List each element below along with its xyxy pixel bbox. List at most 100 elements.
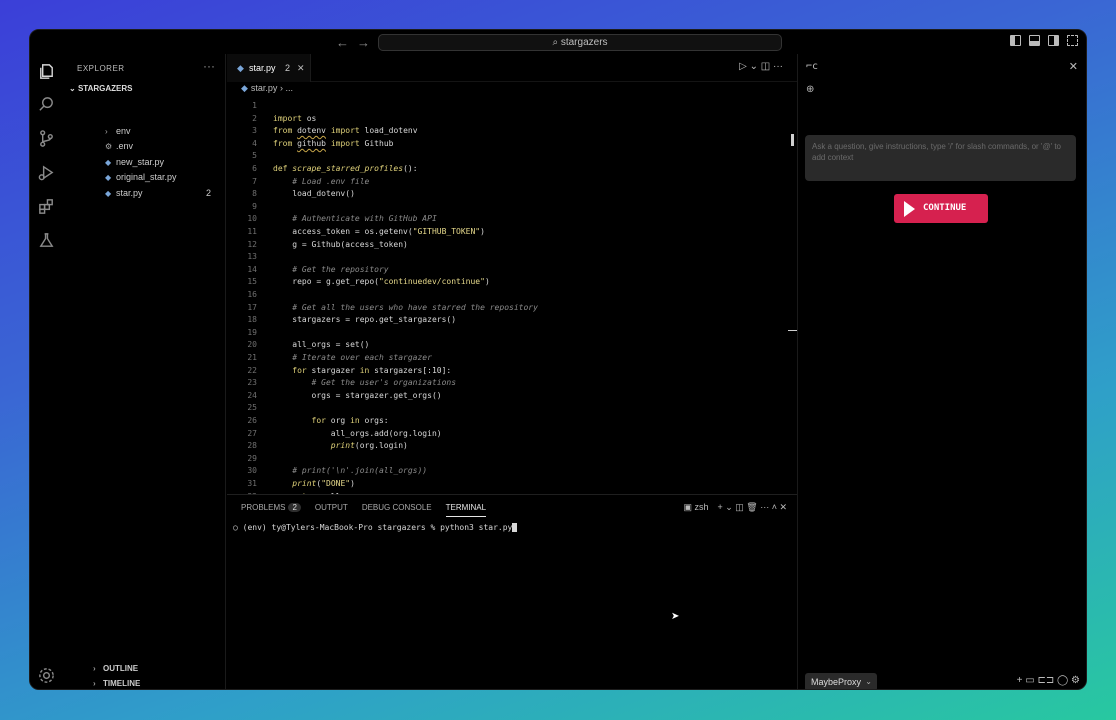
activity-bar xyxy=(30,54,63,689)
line-source: # Authenticate with GitHub API xyxy=(292,214,437,224)
terminal-output[interactable]: ○ (env) ty@Tylers-MacBook-Pro stargazers… xyxy=(233,523,518,532)
toggle-panel-icon[interactable] xyxy=(1029,35,1040,46)
line-number: 19 xyxy=(247,327,257,337)
source-control-icon[interactable] xyxy=(37,129,56,148)
code-line[interactable]: 30 # print('\n'.join(all_orgs)) xyxy=(227,465,797,478)
tree-item-star[interactable]: ◆ star.py 2 xyxy=(63,186,225,201)
code-line[interactable]: 27 all_orgs.add(org.login) xyxy=(227,428,797,441)
explorer-icon[interactable] xyxy=(37,62,56,81)
tree-item-label: original_star.py xyxy=(116,172,177,182)
timeline-label: TIMELINE xyxy=(103,679,141,688)
timeline-section[interactable]: › TIMELINE xyxy=(93,679,140,688)
line-number: 24 xyxy=(247,390,257,400)
search-icon: ⌕ xyxy=(552,37,561,48)
panel-action-icons[interactable]: + ⌄ ◫ 🗑 ··· ˄ ✕ xyxy=(717,502,787,513)
code-line[interactable]: 7 # Load .env file xyxy=(227,176,797,189)
tab-label: star.py xyxy=(249,63,276,73)
close-icon[interactable]: ✕ xyxy=(1069,60,1078,73)
tab-problems[interactable]: PROBLEMS 2 xyxy=(241,503,301,517)
code-line[interactable]: 25 xyxy=(227,402,797,415)
line-number: 11 xyxy=(247,227,257,236)
chat-input[interactable]: Ask a question, give instructions, type … xyxy=(805,135,1076,181)
line-number: 13 xyxy=(247,252,257,262)
model-select[interactable]: MaybeProxy ⌄ xyxy=(805,673,877,689)
problems-count-badge: 2 xyxy=(288,503,301,512)
line-source: all_orgs.add(org.login) xyxy=(273,428,442,438)
code-line[interactable]: 14 # Get the repository xyxy=(227,264,797,277)
navigation-arrows[interactable]: ←→ xyxy=(336,35,378,50)
code-line[interactable]: 12 g = Github(access_token) xyxy=(227,239,797,252)
code-line[interactable]: 15 repo = g.get_repo("continuedev/contin… xyxy=(227,276,797,289)
line-source: # Get all the users who have starred the… xyxy=(292,302,538,312)
code-line[interactable]: 3 from dotenv import load_dotenv xyxy=(227,125,797,138)
close-icon[interactable]: ✕ xyxy=(297,54,305,82)
terminal-shell-selector[interactable]: ▣ zsh xyxy=(683,502,708,513)
code-line[interactable]: 21 # Iterate over each stargazer xyxy=(227,352,797,365)
back-arrow-icon[interactable]: ← xyxy=(336,35,357,50)
settings-gear-icon[interactable] xyxy=(37,666,56,685)
code-line[interactable]: 28 print(org.login) xyxy=(227,440,797,453)
code-line[interactable]: 24 orgs = stargazer.get_orgs() xyxy=(227,390,797,403)
tree-item-dotenv[interactable]: ⚙ .env xyxy=(63,139,225,154)
code-line[interactable]: 18 stargazers = repo.get_stargazers() xyxy=(227,314,797,327)
outline-section[interactable]: › OUTLINE xyxy=(93,664,138,673)
code-line[interactable]: 5 xyxy=(227,150,797,163)
panel-actions: ▣ zsh + ⌄ ◫ 🗑 ··· ˄ ✕ xyxy=(683,502,787,513)
customize-layout-icon[interactable] xyxy=(1067,35,1078,46)
continue-footer-icons[interactable]: + ▭ ⊏⊐ ◯ ⚙ xyxy=(1017,675,1080,686)
code-line[interactable]: 10 # Authenticate with GitHub API xyxy=(227,213,797,226)
toggle-primary-sidebar-icon[interactable] xyxy=(1010,35,1021,46)
code-line[interactable]: 23 # Get the user's organizations xyxy=(227,377,797,390)
line-number: 18 xyxy=(247,315,257,325)
tab-star-py[interactable]: ◆ star.py 2 ✕ xyxy=(227,54,311,82)
code-line[interactable]: 22 for stargazer in stargazers[:10]: xyxy=(227,365,797,378)
workspace-folder[interactable]: ⌄ STARGAZERS xyxy=(69,84,132,93)
explorer-more-icon[interactable]: ··· xyxy=(203,59,215,73)
code-line[interactable]: 8 load_dotenv() xyxy=(227,188,797,201)
tree-item-env[interactable]: › env xyxy=(63,124,225,139)
extensions-icon[interactable] xyxy=(37,197,56,216)
tree-item-label: new_star.py xyxy=(116,157,165,167)
code-line[interactable]: 2 import os xyxy=(227,113,797,126)
scrollbar-thumb[interactable] xyxy=(791,134,794,146)
line-number: 5 xyxy=(252,151,257,161)
code-line[interactable]: 4 from github import Github xyxy=(227,138,797,151)
code-editor[interactable]: 1 2 import os 3 from dotenv import load_dote… xyxy=(227,100,797,496)
tab-output[interactable]: OUTPUT xyxy=(315,503,348,517)
testing-flask-icon[interactable] xyxy=(37,231,56,250)
new-session-icon[interactable]: ⊕ xyxy=(806,84,814,95)
code-line[interactable]: 19 xyxy=(227,327,797,340)
code-line[interactable]: 31 print("DONE") xyxy=(227,478,797,491)
breadcrumb-rest: › ... xyxy=(279,83,293,93)
line-source: for stargazer in stargazers[:10]: xyxy=(292,365,452,375)
breadcrumb[interactable]: ◆ star.py › ... xyxy=(241,83,293,94)
run-debug-icon[interactable] xyxy=(37,163,56,182)
breadcrumb-file: star.py xyxy=(250,83,278,93)
tree-item-new-star[interactable]: ◆ new_star.py xyxy=(63,155,225,170)
code-line[interactable]: 17 # Get all the users who have starred … xyxy=(227,302,797,315)
gear-file-icon: ⚙ xyxy=(105,142,113,151)
code-line[interactable]: 13 xyxy=(227,251,797,264)
code-line[interactable]: 29 xyxy=(227,453,797,466)
code-line[interactable]: 16 xyxy=(227,289,797,302)
line-source: print(org.login) xyxy=(330,441,408,451)
search-icon[interactable] xyxy=(37,95,56,114)
code-line[interactable]: 11 access_token = os.getenv("GITHUB_TOKE… xyxy=(227,226,797,239)
code-line[interactable]: 6 def scrape_starred_profiles(): xyxy=(227,163,797,176)
line-source: access_token = os.getenv("GITHUB_TOKEN") xyxy=(273,227,485,236)
code-line[interactable]: 26 for org in orgs: xyxy=(227,415,797,428)
continue-button[interactable]: CONTINUE xyxy=(894,194,988,223)
line-number: 10 xyxy=(247,214,257,224)
command-center-search[interactable]: ⌕ stargazers xyxy=(378,34,782,51)
code-line[interactable]: 9 xyxy=(227,201,797,214)
editor-actions[interactable]: ▷ ⌄ ◫ ··· xyxy=(739,61,783,72)
code-line[interactable]: 1 xyxy=(227,100,797,113)
toggle-secondary-sidebar-icon[interactable] xyxy=(1048,35,1059,46)
overview-ruler-mark xyxy=(788,330,797,331)
tree-item-original-star[interactable]: ◆ original_star.py xyxy=(63,170,225,185)
line-number: 7 xyxy=(252,176,257,186)
code-line[interactable]: 20 all_orgs = set() xyxy=(227,339,797,352)
tab-terminal[interactable]: TERMINAL xyxy=(445,503,487,517)
tab-debug-console[interactable]: DEBUG CONSOLE xyxy=(362,503,432,517)
forward-arrow-icon[interactable]: → xyxy=(357,35,378,50)
